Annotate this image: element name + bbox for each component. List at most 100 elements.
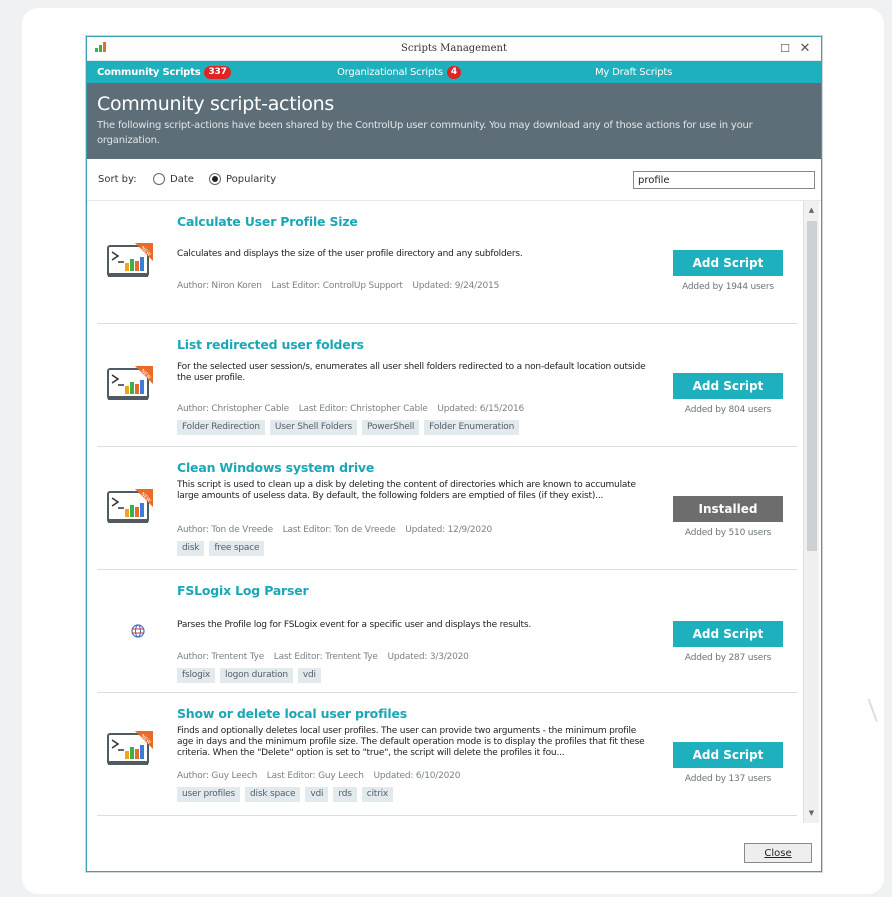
author-text: Author: Trentent Tye [177, 652, 265, 662]
last-editor-text: Last Editor: Ton de Vreede [282, 525, 396, 535]
tag[interactable]: User Shell Folders [269, 420, 357, 435]
count-badge: 4 [446, 65, 461, 79]
tag[interactable]: Folder Enumeration [424, 420, 520, 435]
script-icon: NEW [107, 243, 153, 277]
author-text: Author: Niron Koren [177, 281, 262, 291]
sort-date-radio[interactable]: Date [153, 173, 194, 185]
tag[interactable]: PowerShell [362, 420, 420, 435]
tag-list: user profiles disk space vdi rds citrix [177, 787, 394, 802]
radio-dot [153, 173, 165, 185]
last-editor-text: Last Editor: ControlUp Support [271, 281, 403, 291]
script-description: Parses the Profile log for FSLogix event… [177, 620, 532, 630]
tag[interactable]: vdi [305, 787, 329, 802]
script-description: For the selected user session/s, enumera… [177, 362, 646, 383]
added-by-count: Added by 804 users [684, 405, 772, 415]
added-by-count: Added by 510 users [684, 528, 772, 538]
add-script-button[interactable]: Add Script [673, 250, 783, 276]
script-icon: NEW [107, 731, 153, 765]
tab-organizational-scripts[interactable]: Organizational Scripts 4 [337, 61, 461, 83]
script-title[interactable]: Clean Windows system drive [177, 460, 374, 475]
sort-label: Sort by: [98, 174, 137, 185]
tab-community-scripts[interactable]: Community Scripts 337 [97, 61, 231, 83]
script-title[interactable]: List redirected user folders [177, 337, 364, 352]
script-title[interactable]: FSLogix Log Parser [177, 583, 309, 598]
add-script-button[interactable]: Add Script [673, 621, 783, 647]
tag[interactable]: rds [333, 787, 357, 802]
radio-dot-selected [209, 173, 221, 185]
tag[interactable]: free space [209, 541, 265, 556]
tag[interactable]: fslogix [177, 668, 216, 683]
script-title[interactable]: Show or delete local user profiles [177, 706, 407, 721]
tab-label: Organizational Scripts [337, 66, 443, 78]
tag-list: Folder Redirection User Shell Folders Po… [177, 420, 520, 435]
count-badge: 337 [204, 65, 231, 79]
updated-text: Updated: 3/3/2020 [387, 652, 469, 662]
script-meta: Author: Trentent Tye Last Editor: Trente… [177, 652, 476, 662]
tag-list: fslogix logon duration vdi [177, 668, 321, 683]
list-item: NEW Show or delete local user profiles F… [97, 693, 797, 816]
script-icon: NEW [107, 366, 153, 400]
list-item: NEW Clean Windows system drive This scri… [97, 447, 797, 570]
script-meta: Author: Guy Leech Last Editor: Guy Leech… [177, 771, 467, 781]
last-editor-text: Last Editor: Trentent Tye [273, 652, 378, 662]
app-logo-icon [95, 42, 109, 52]
page-description: The following script-actions have been s… [97, 120, 753, 146]
updated-text: Updated: 6/15/2016 [437, 404, 525, 414]
tab-bar: Community Scripts 337 Organizational Scr… [87, 61, 821, 83]
section-header: Community script-actions The following s… [87, 83, 821, 159]
search-input[interactable] [633, 171, 815, 189]
tag[interactable]: disk [177, 541, 205, 556]
added-by-count: Added by 287 users [684, 653, 772, 663]
tab-my-draft-scripts[interactable]: My Draft Scripts [595, 61, 672, 83]
close-icon[interactable]: ✕ [797, 41, 813, 57]
script-title[interactable]: Calculate User Profile Size [177, 214, 358, 229]
installed-button: Installed [673, 496, 783, 522]
scroll-down-icon[interactable]: ▼ [804, 806, 819, 821]
last-editor-text: Last Editor: Christopher Cable [298, 404, 428, 414]
author-text: Author: Christopher Cable [177, 404, 290, 414]
tab-label: Community Scripts [97, 66, 201, 78]
list-item: FSLogix Log Parser Parses the Profile lo… [97, 570, 797, 693]
tag[interactable]: disk space [245, 787, 301, 802]
radio-label: Date [170, 173, 194, 185]
tag[interactable]: citrix [361, 787, 394, 802]
tag-list: disk free space [177, 541, 265, 556]
script-meta: Author: Niron Koren Last Editor: Control… [177, 281, 506, 291]
list-item: NEW List redirected user folders For the… [97, 324, 797, 447]
script-meta: Author: Christopher Cable Last Editor: C… [177, 404, 531, 414]
add-script-button[interactable]: Add Script [673, 373, 783, 399]
script-description: Calculates and displays the size of the … [177, 249, 523, 259]
add-script-button[interactable]: Add Script [673, 742, 783, 768]
author-text: Author: Ton de Vreede [177, 525, 273, 535]
title-bar: Scripts Management ☐ ✕ [87, 37, 821, 61]
script-icon: NEW [107, 489, 153, 523]
tag[interactable]: vdi [297, 668, 321, 683]
tab-label: My Draft Scripts [595, 66, 673, 78]
scripts-management-window: Scripts Management ☐ ✕ Community Scripts… [86, 36, 822, 872]
tag[interactable]: logon duration [220, 668, 293, 683]
close-button[interactable]: Close [744, 843, 812, 863]
radio-label: Popularity [226, 173, 277, 185]
sort-bar: Sort by: Date Popularity [87, 159, 821, 201]
updated-text: Updated: 6/10/2020 [373, 771, 461, 781]
vertical-scrollbar[interactable]: ▲ ▼ [803, 201, 819, 823]
page-title: Community script-actions [97, 93, 334, 115]
scroll-up-icon[interactable]: ▲ [804, 203, 819, 218]
added-by-count: Added by 1944 users [682, 282, 774, 292]
script-list: NEW Calculate User Profile Size Calculat… [87, 201, 803, 823]
maximize-icon[interactable]: ☐ [777, 41, 793, 57]
last-editor-text: Last Editor: Guy Leech [266, 771, 364, 781]
added-by-count: Added by 137 users [684, 774, 772, 784]
tag[interactable]: user profiles [177, 787, 241, 802]
script-description: Finds and optionally deletes local user … [177, 726, 645, 758]
updated-text: Updated: 9/24/2015 [412, 281, 500, 291]
updated-text: Updated: 12/9/2020 [405, 525, 492, 535]
window-title: Scripts Management [401, 43, 507, 54]
scroll-thumb[interactable] [807, 221, 817, 551]
tag[interactable]: Folder Redirection [177, 420, 265, 435]
script-meta: Author: Ton de Vreede Last Editor: Ton d… [177, 525, 499, 535]
sort-popularity-radio[interactable]: Popularity [209, 173, 276, 185]
author-text: Author: Guy Leech [177, 771, 258, 781]
list-item: NEW Calculate User Profile Size Calculat… [97, 201, 797, 324]
globe-icon [131, 624, 145, 638]
